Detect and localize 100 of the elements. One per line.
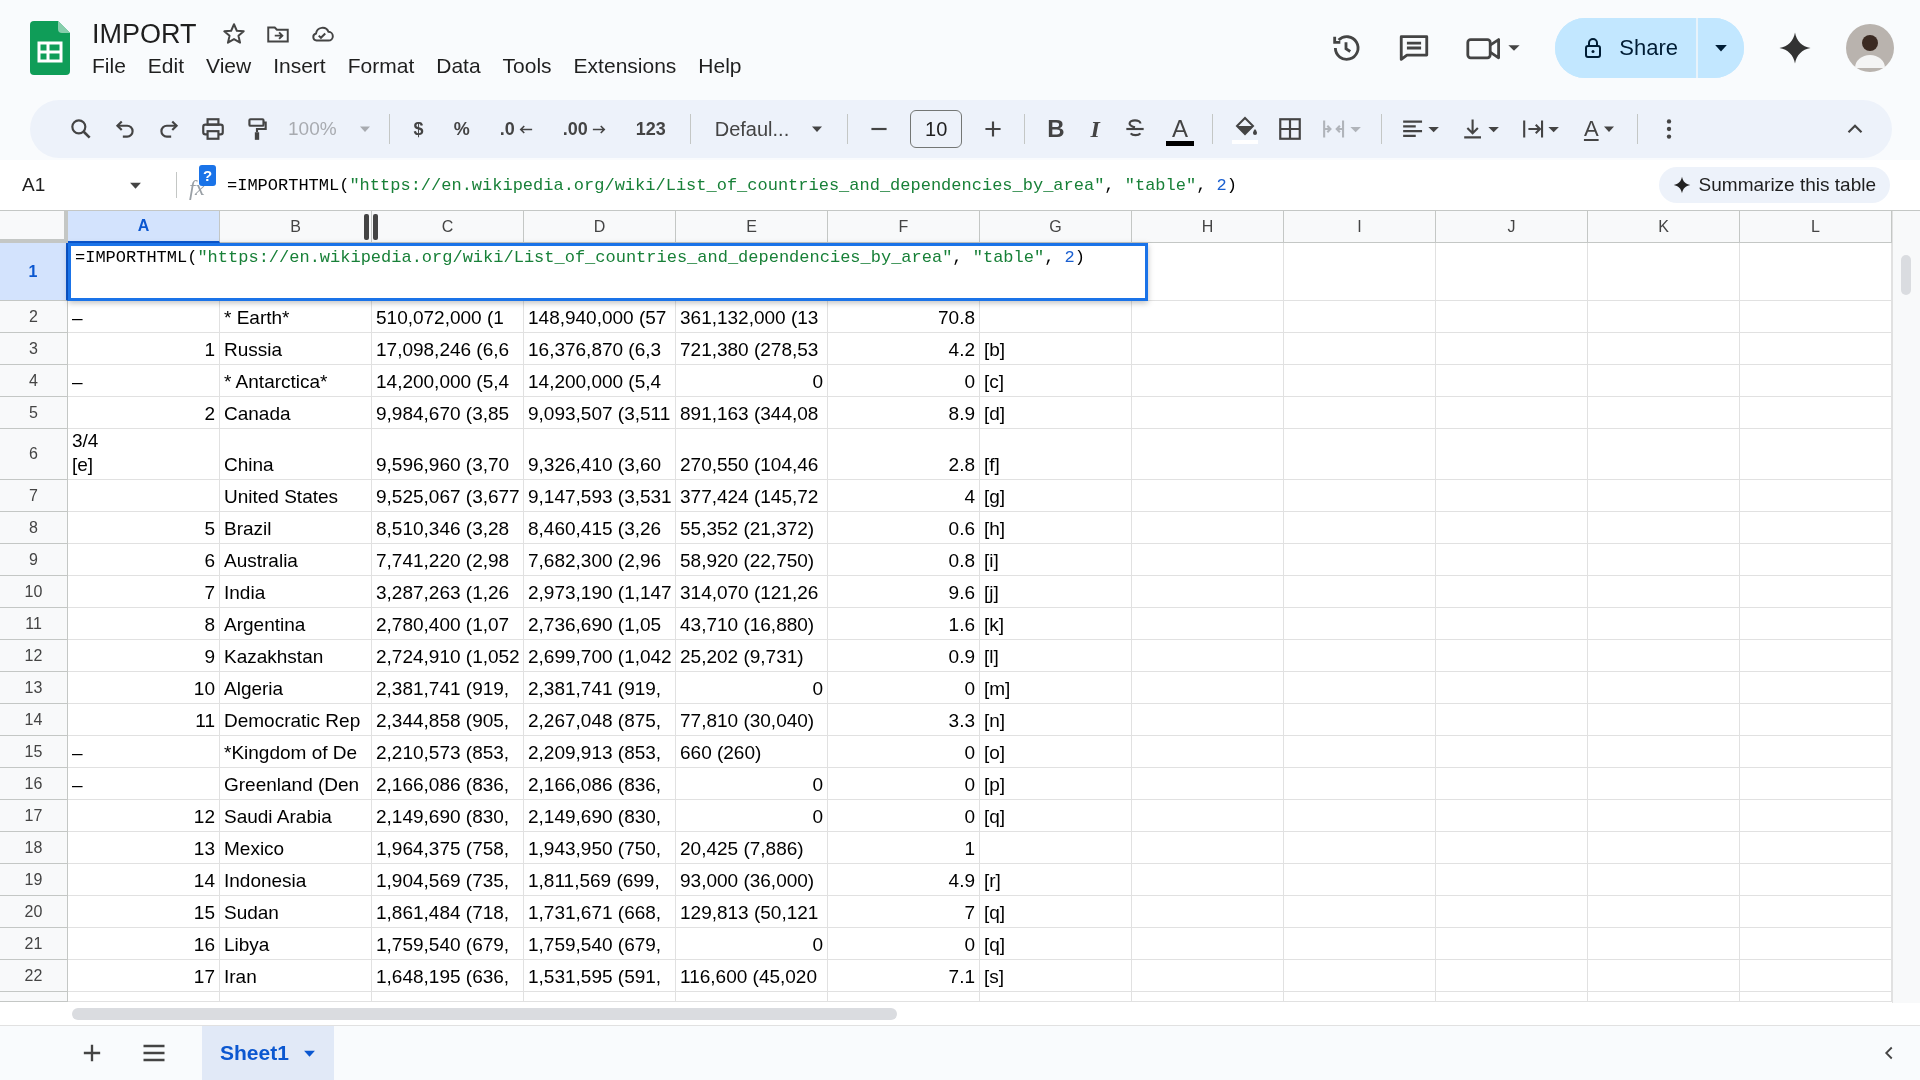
table-cell[interactable]: 2,780,400 (1,07 bbox=[372, 608, 524, 640]
empty-cell[interactable] bbox=[1588, 301, 1740, 333]
empty-cell[interactable] bbox=[1284, 992, 1436, 1002]
table-cell[interactable]: Russia bbox=[220, 333, 372, 365]
row-header[interactable]: 13 bbox=[0, 672, 68, 704]
table-cell[interactable]: 1,861,484 (718, bbox=[372, 896, 524, 928]
empty-cell[interactable] bbox=[980, 301, 1132, 333]
table-cell[interactable]: [m] bbox=[980, 672, 1132, 704]
text-color-button[interactable]: A bbox=[1165, 112, 1194, 146]
menu-item[interactable]: Tools bbox=[502, 53, 552, 78]
empty-cell[interactable] bbox=[1284, 397, 1436, 429]
empty-cell[interactable] bbox=[1436, 365, 1588, 397]
empty-cell[interactable] bbox=[1284, 768, 1436, 800]
empty-cell[interactable] bbox=[1132, 768, 1284, 800]
table-cell[interactable]: 1 bbox=[828, 832, 980, 864]
table-cell[interactable]: Libya bbox=[220, 928, 372, 960]
table-cell[interactable]: 9,093,507 (3,511 bbox=[524, 397, 676, 429]
column-header[interactable]: B bbox=[220, 211, 372, 243]
table-cell[interactable]: 2,209,913 (853, bbox=[524, 736, 676, 768]
table-cell[interactable]: [j] bbox=[980, 576, 1132, 608]
table-cell[interactable]: 0.9 bbox=[828, 640, 980, 672]
empty-cell[interactable] bbox=[1588, 896, 1740, 928]
empty-cell[interactable] bbox=[1284, 301, 1436, 333]
empty-cell[interactable] bbox=[1436, 429, 1588, 480]
empty-cell[interactable] bbox=[1588, 768, 1740, 800]
empty-cell[interactable] bbox=[1436, 704, 1588, 736]
empty-cell[interactable] bbox=[372, 992, 524, 1002]
table-cell[interactable]: *Kingdom of De bbox=[220, 736, 372, 768]
empty-cell[interactable] bbox=[1284, 832, 1436, 864]
empty-cell[interactable] bbox=[676, 992, 828, 1002]
table-cell[interactable]: 9 bbox=[68, 640, 220, 672]
empty-cell[interactable] bbox=[1132, 365, 1284, 397]
font-size-field[interactable]: 10 bbox=[910, 110, 963, 148]
column-header[interactable]: E bbox=[676, 211, 828, 243]
empty-cell[interactable] bbox=[1588, 672, 1740, 704]
number-format-button[interactable]: .00 bbox=[556, 109, 612, 149]
empty-cell[interactable] bbox=[1284, 429, 1436, 480]
table-cell[interactable]: 3/4 [e] bbox=[68, 429, 220, 480]
column-header[interactable]: K bbox=[1588, 211, 1740, 243]
table-cell[interactable]: 2,149,690 (830, bbox=[524, 800, 676, 832]
empty-cell[interactable] bbox=[1132, 672, 1284, 704]
row-header[interactable] bbox=[0, 992, 68, 1002]
table-cell[interactable]: 17 bbox=[68, 960, 220, 992]
column-header[interactable]: H bbox=[1132, 211, 1284, 243]
table-cell[interactable]: 9,596,960 (3,70 bbox=[372, 429, 524, 480]
number-format-button[interactable]: 123 bbox=[629, 109, 672, 149]
table-cell[interactable]: 70.8 bbox=[828, 301, 980, 333]
summarize-button[interactable]: Summarize this table bbox=[1658, 167, 1890, 203]
table-cell[interactable]: 3,287,263 (1,26 bbox=[372, 576, 524, 608]
row-header[interactable]: 11 bbox=[0, 608, 68, 640]
menu-item[interactable]: View bbox=[206, 53, 252, 78]
empty-cell[interactable] bbox=[1588, 480, 1740, 512]
empty-cell[interactable] bbox=[1132, 832, 1284, 864]
table-cell[interactable]: 12 bbox=[68, 800, 220, 832]
text-rotation-button[interactable]: A bbox=[1579, 109, 1619, 149]
scrollbar-thumb[interactable] bbox=[1901, 255, 1911, 295]
table-cell[interactable]: 1,964,375 (758, bbox=[372, 832, 524, 864]
column-resize-handle[interactable] bbox=[364, 214, 378, 240]
table-cell[interactable]: [h] bbox=[980, 512, 1132, 544]
table-cell[interactable]: [k] bbox=[980, 608, 1132, 640]
empty-cell[interactable] bbox=[980, 832, 1132, 864]
table-cell[interactable]: [l] bbox=[980, 640, 1132, 672]
table-cell[interactable]: 3.3 bbox=[828, 704, 980, 736]
table-cell[interactable]: 0 bbox=[676, 768, 828, 800]
table-cell[interactable]: 2,149,690 (830, bbox=[372, 800, 524, 832]
table-cell[interactable]: Greenland (Den bbox=[220, 768, 372, 800]
bold-button[interactable]: B bbox=[1043, 109, 1069, 149]
table-cell[interactable]: 0.6 bbox=[828, 512, 980, 544]
row-header[interactable]: 21 bbox=[0, 928, 68, 960]
table-cell[interactable]: 25,202 (9,731) bbox=[676, 640, 828, 672]
select-all-corner[interactable] bbox=[0, 211, 68, 243]
row-header[interactable]: 2 bbox=[0, 301, 68, 333]
table-cell[interactable]: 9,984,670 (3,85 bbox=[372, 397, 524, 429]
table-cell[interactable]: 4 bbox=[828, 480, 980, 512]
sheet-tab[interactable]: Sheet1 bbox=[202, 1026, 334, 1080]
table-cell[interactable]: [p] bbox=[980, 768, 1132, 800]
empty-cell[interactable] bbox=[1588, 333, 1740, 365]
column-header[interactable]: F bbox=[828, 211, 980, 243]
column-header[interactable]: A bbox=[68, 211, 220, 243]
table-cell[interactable]: 1,731,671 (668, bbox=[524, 896, 676, 928]
empty-cell[interactable] bbox=[1284, 243, 1436, 301]
empty-cell[interactable] bbox=[1588, 864, 1740, 896]
empty-cell[interactable] bbox=[1588, 608, 1740, 640]
empty-cell[interactable] bbox=[1588, 992, 1740, 1002]
table-cell[interactable]: 9,147,593 (3,531 bbox=[524, 480, 676, 512]
table-cell[interactable]: 1,648,195 (636, bbox=[372, 960, 524, 992]
empty-cell[interactable] bbox=[1436, 576, 1588, 608]
table-cell[interactable]: Kazakhstan bbox=[220, 640, 372, 672]
table-cell[interactable]: 270,550 (104,46 bbox=[676, 429, 828, 480]
empty-cell[interactable] bbox=[1132, 864, 1284, 896]
empty-cell[interactable] bbox=[1132, 301, 1284, 333]
sheets-logo[interactable] bbox=[30, 21, 70, 75]
cell-editor[interactable]: =IMPORTHTML("https://en.wikipedia.org/wiki/List_of_countries_and_dependencies_by_area", "table", 2) bbox=[68, 243, 1148, 301]
table-cell[interactable]: Sudan bbox=[220, 896, 372, 928]
table-cell[interactable]: 2 bbox=[68, 397, 220, 429]
empty-cell[interactable] bbox=[1284, 736, 1436, 768]
table-cell[interactable]: [n] bbox=[980, 704, 1132, 736]
empty-cell[interactable] bbox=[1284, 704, 1436, 736]
row-header[interactable]: 6 bbox=[0, 429, 68, 480]
empty-cell[interactable] bbox=[1588, 832, 1740, 864]
